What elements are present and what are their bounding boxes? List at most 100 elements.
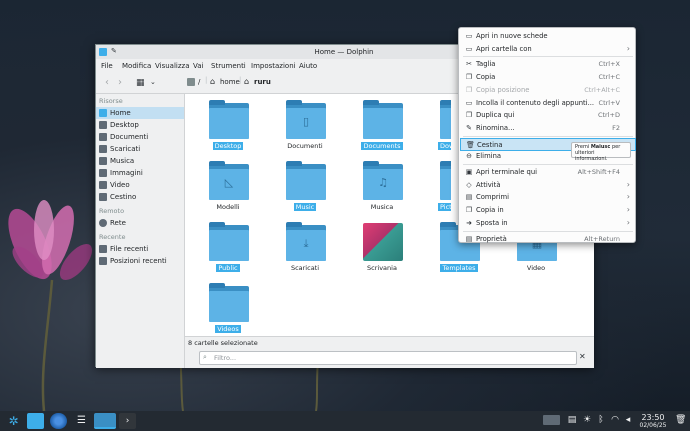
sidebar-item-cestino[interactable]: Cestino (96, 191, 184, 203)
menu-item-apri-in-nuove-schede[interactable]: ▭ Apri in nuove schede (460, 30, 636, 43)
sidebar-item-label: Cestino (110, 193, 137, 201)
menu-item-duplica-qui[interactable]: ❐ Duplica qui Ctrl+D (460, 109, 636, 122)
view-mode-icon[interactable]: ▦ (136, 78, 145, 88)
folder-item[interactable]: Desktop (198, 99, 258, 157)
folder-item[interactable]: Scrivania (352, 221, 412, 279)
sidebar-item-file-recenti[interactable]: File recenti (96, 243, 184, 255)
network-icon[interactable]: ◠ (610, 415, 620, 425)
folder-item[interactable]: ♫ Musica (352, 160, 412, 218)
menu-item-taglia[interactable]: ✂ Taglia Ctrl+X (460, 58, 636, 71)
clipboard-icon[interactable]: ▤ (567, 415, 577, 425)
menu-item-label: Proprietà (476, 234, 507, 243)
menu-vai[interactable]: Vai (193, 62, 203, 70)
sidebar-item-documenti[interactable]: Documenti (96, 131, 184, 143)
close-icon[interactable]: ✕ (579, 352, 586, 361)
folder-item[interactable]: Documents (352, 99, 412, 157)
folder-item[interactable]: ◺ Modelli (198, 160, 258, 218)
sidebar-item-video[interactable]: Video (96, 179, 184, 191)
sidebar-heading-remoto: Remoto (99, 207, 125, 215)
chevron-down-icon[interactable]: ⌄ (150, 78, 156, 86)
filter-placeholder: Filtro... (214, 354, 237, 362)
chevron-right-icon: › (626, 192, 630, 202)
documents-folder-icon: ▯ (286, 100, 326, 139)
sidebar-heading-risorse: Risorse (99, 97, 123, 105)
folder-name: Documenti (287, 142, 323, 150)
folder-name: Musica (370, 203, 394, 211)
menu-impostazioni[interactable]: Impostazioni (251, 62, 296, 70)
forward-icon[interactable]: › (118, 77, 122, 88)
folder-icon (209, 100, 249, 139)
menu-strumenti[interactable]: Strumenti (211, 62, 246, 70)
menu-visualizza[interactable]: Visualizza (155, 62, 189, 70)
menu-item-shortcut: Ctrl+D (597, 111, 620, 120)
sidebar-item-posizioni-recenti[interactable]: Posizioni recenti (96, 255, 184, 267)
open-with-icon: ▭ (465, 44, 473, 53)
virtual-desktop-icon[interactable] (543, 415, 560, 425)
folder-item[interactable]: ▯ Documenti (275, 99, 335, 157)
sidebar-item-desktop[interactable]: Desktop (96, 119, 184, 131)
rename-icon: ✎ (466, 123, 472, 132)
folder-item[interactable]: Pictures (429, 160, 451, 218)
chevron-right-icon: › (626, 217, 630, 227)
menu-item-apri-terminale-qui[interactable]: ▣ Apri terminale qui Alt+Shift+F4 (460, 166, 636, 179)
status-bar: 8 cartelle selezionate (185, 336, 594, 348)
sidebar-item-label: File recenti (110, 245, 149, 253)
sidebar-item-scaricati[interactable]: Scaricati (96, 143, 184, 155)
documents-icon (99, 133, 107, 141)
breadcrumb-user[interactable]: ruru (254, 78, 271, 86)
folder-item[interactable]: Downloads (429, 99, 451, 157)
sidebar-item-home[interactable]: Home (96, 107, 184, 119)
sidebar-item-immagini[interactable]: Immagini (96, 167, 184, 179)
folder-item[interactable]: Videos (198, 282, 258, 340)
folder-item[interactable]: Music (275, 160, 335, 218)
menu-file[interactable]: File (101, 62, 113, 70)
menu-separator (463, 230, 633, 232)
breadcrumb-home[interactable]: home (220, 78, 240, 86)
menu-item-label: Copia posizione (476, 85, 530, 94)
delete-icon: ⊖ (466, 152, 472, 161)
folder-name: Modelli (216, 203, 240, 211)
sidebar-item-label: Scaricati (110, 145, 141, 153)
folder-icon (440, 100, 451, 139)
recent-files-icon (99, 245, 107, 253)
bluetooth-icon[interactable]: ᛒ (596, 415, 606, 425)
back-icon[interactable]: ‹ (105, 77, 109, 88)
menu-item-shortcut: F2 (612, 123, 620, 132)
breadcrumb-root[interactable]: / (198, 78, 200, 86)
file-manager-icon[interactable] (27, 413, 44, 429)
move-to-icon: ➜ (466, 218, 472, 227)
system-settings-icon[interactable]: ☰ (73, 413, 90, 429)
clock[interactable]: 23:50 02/06/25 (636, 413, 670, 429)
menu-item-comprimi[interactable]: ▤ Comprimi › (460, 191, 636, 204)
menu-item-proprietà[interactable]: ▤ Proprietà Alt+Return (460, 233, 636, 246)
menu-item-rinomina[interactable]: ✎ Rinomina... F2 (460, 122, 636, 135)
taskbar: ✲ ☰ › ▤ ☀ ᛒ ◠ ◂ 23:50 02/06/25 🗑 (0, 411, 690, 431)
menu-item-copia-in[interactable]: ❐ Copia in › (460, 204, 636, 217)
folder-name: Videos (215, 325, 241, 333)
menu-modifica[interactable]: Modifica (122, 62, 151, 70)
menu-item-copia[interactable]: ❐ Copia Ctrl+C (460, 71, 636, 84)
menu-item-incolla-il-contenuto-degli-appunti[interactable]: ▭ Incolla il contenuto degli appunti... Ct… (460, 97, 636, 110)
folder-name: Video (526, 264, 546, 272)
volume-icon[interactable]: ◂ (623, 415, 633, 425)
browser-icon[interactable] (50, 413, 67, 429)
menu-aiuto[interactable]: Aiuto (299, 62, 317, 70)
trash-icon[interactable]: 🗑 (675, 415, 686, 425)
menu-item-apri-cartella-con[interactable]: ▭ Apri cartella con › (460, 43, 636, 56)
menu-item-attività[interactable]: ◇ Attività › (460, 179, 636, 192)
filter-input[interactable]: ⌕ Filtro... (199, 351, 577, 365)
terminal-icon[interactable]: › (119, 413, 136, 429)
menu-item-label: Taglia (476, 60, 496, 69)
app-launcher-icon[interactable]: ✲ (5, 413, 22, 429)
sidebar-item-rete[interactable]: Rete (96, 217, 184, 229)
terminal-icon: ▣ (465, 168, 473, 176)
brightness-icon[interactable]: ☀ (582, 415, 592, 425)
menu-item-label: Apri terminale qui (476, 168, 538, 176)
menu-item-sposta-in[interactable]: ➜ Sposta in › (460, 217, 636, 230)
folder-item[interactable]: ⤓ Scaricati (275, 221, 335, 279)
sidebar-item-musica[interactable]: Musica (96, 155, 184, 167)
dolphin-task-icon[interactable] (94, 413, 116, 429)
network-icon (99, 219, 107, 227)
breadcrumb: / | ⌂ home | ⌂ ruru (185, 76, 505, 90)
folder-item[interactable]: Public (198, 221, 258, 279)
